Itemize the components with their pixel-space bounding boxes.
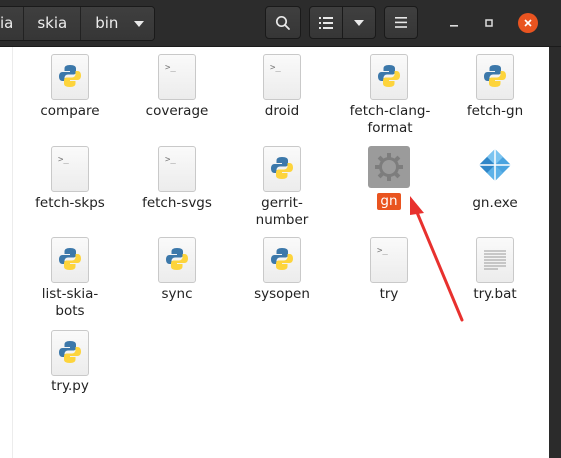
file-label-selected: gn — [339, 193, 439, 210]
file-item-coverage[interactable]: >_ coverage — [127, 54, 227, 136]
executable-gear-icon — [368, 146, 410, 188]
python-file-icon — [476, 54, 514, 100]
file-item-sync[interactable]: sync — [127, 237, 227, 319]
file-item-try[interactable]: >_ try — [339, 237, 439, 319]
chevron-down-icon — [354, 19, 364, 26]
menu-button[interactable] — [384, 6, 418, 39]
sidebar-edge — [0, 47, 13, 458]
file-label: try.py — [51, 378, 89, 394]
file-label: fetch-gn — [466, 103, 524, 119]
file-label: try — [379, 286, 399, 302]
search-button[interactable] — [265, 6, 301, 39]
script-file-icon: >_ — [158, 54, 196, 100]
file-label: fetch-clang-format — [349, 103, 431, 136]
search-icon — [275, 15, 290, 30]
breadcrumb-current-label: bin — [95, 14, 119, 32]
minimize-button[interactable] — [444, 13, 464, 33]
python-file-icon — [370, 54, 408, 100]
hamburger-icon — [395, 17, 407, 28]
file-label: fetch-skps — [35, 195, 105, 211]
python-file-icon — [263, 146, 301, 192]
file-label: coverage — [145, 103, 209, 119]
file-item-fetch-clang-format[interactable]: fetch-clang-format — [339, 54, 439, 136]
file-item-fetch-skps[interactable]: >_ fetch-skps — [20, 146, 120, 228]
list-view-icon — [319, 16, 333, 29]
file-item-gn[interactable]: gn — [339, 146, 439, 228]
scrollbar-track[interactable] — [549, 47, 561, 458]
script-file-icon: >_ — [51, 146, 89, 192]
close-icon — [524, 19, 532, 27]
file-item-fetch-gn[interactable]: fetch-gn — [445, 54, 545, 136]
file-item-compare[interactable]: compare — [20, 54, 120, 136]
file-label: fetch-svgs — [142, 195, 212, 211]
file-item-fetch-svgs[interactable]: >_ fetch-svgs — [127, 146, 227, 228]
file-item-try-py[interactable]: try.py — [20, 330, 120, 396]
file-item-try-bat[interactable]: try.bat — [445, 237, 545, 319]
file-label: try.bat — [473, 286, 517, 302]
python-file-icon — [51, 54, 89, 100]
python-file-icon — [158, 237, 196, 283]
breadcrumb-item[interactable]: ia — [0, 7, 25, 40]
file-label: gn.exe — [472, 195, 518, 211]
maximize-button[interactable] — [479, 13, 499, 33]
file-item-sysopen[interactable]: sysopen — [232, 237, 332, 319]
file-item-gn-exe[interactable]: gn.exe — [445, 146, 545, 228]
close-button[interactable] — [518, 13, 538, 33]
file-label: gerrit-number — [255, 195, 309, 228]
python-file-icon — [51, 330, 89, 376]
file-item-list-skia-bots[interactable]: list-skia-bots — [20, 237, 120, 319]
file-item-gerrit-number[interactable]: gerrit-number — [232, 146, 332, 228]
minimize-icon — [450, 25, 458, 27]
chevron-down-icon — [134, 20, 145, 27]
script-file-icon: >_ — [263, 54, 301, 100]
file-label: list-skia-bots — [41, 286, 99, 319]
script-file-icon: >_ — [370, 237, 408, 283]
maximize-icon — [485, 19, 493, 27]
list-view-button[interactable] — [309, 6, 343, 39]
file-label: gn — [377, 193, 401, 210]
breadcrumb: ia skia bin — [0, 6, 156, 41]
breadcrumb-item[interactable]: skia — [24, 7, 82, 40]
file-label: compare — [40, 103, 100, 119]
file-item-droid[interactable]: >_ droid — [232, 54, 332, 136]
script-file-icon: >_ — [158, 146, 196, 192]
windows-exe-icon — [476, 146, 514, 192]
file-label: droid — [264, 103, 300, 119]
header-bar: ia skia bin — [0, 0, 561, 47]
python-file-icon — [51, 237, 89, 283]
python-file-icon — [263, 237, 301, 283]
breadcrumb-current[interactable]: bin — [81, 7, 155, 40]
file-label: sysopen — [254, 286, 310, 302]
text-file-icon — [476, 237, 514, 283]
view-options-button[interactable] — [342, 6, 376, 39]
file-label: sync — [161, 286, 193, 302]
